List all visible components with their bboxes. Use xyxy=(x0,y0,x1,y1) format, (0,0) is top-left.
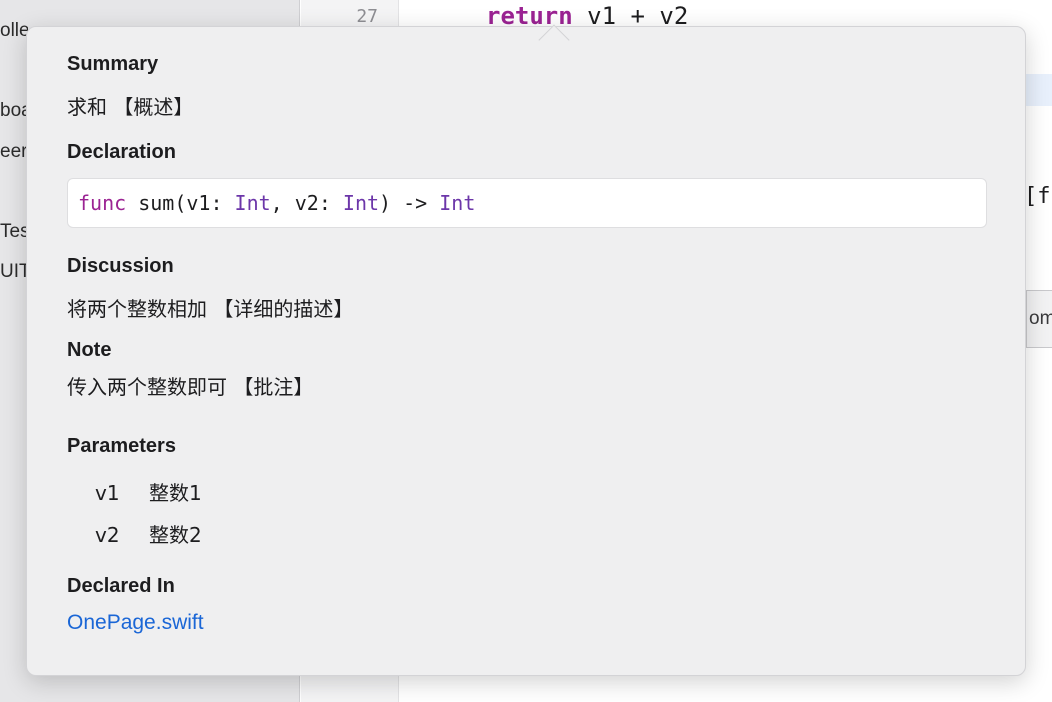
sidebar-file-item[interactable]: olle xyxy=(0,20,28,42)
declared-in-heading: Declared In xyxy=(67,575,175,597)
parameter-description: 整数1 xyxy=(149,481,202,505)
decl-type: Int xyxy=(439,191,476,215)
discussion-text: 将两个整数相加 【详细的描述】 xyxy=(67,297,354,321)
code-fragment: [fi xyxy=(1024,184,1052,209)
summary-text: 求和 【概述】 xyxy=(67,95,194,119)
parameter-row: v2 整数2 xyxy=(95,519,202,548)
summary-heading: Summary xyxy=(67,53,159,75)
parameter-name: v2 xyxy=(95,523,120,547)
decl-text: , v2: xyxy=(270,191,343,215)
decl-type: Int xyxy=(234,191,271,215)
parameters-heading: Parameters xyxy=(67,435,176,457)
declaration-heading: Declaration xyxy=(67,141,176,163)
parameter-name: v1 xyxy=(95,481,120,505)
discussion-heading: Discussion xyxy=(67,255,174,277)
parameter-description: 整数2 xyxy=(149,523,202,547)
sidebar-file-item[interactable]: boa xyxy=(0,100,28,122)
decl-text: sum(v1: xyxy=(126,191,235,215)
note-text: 传入两个整数即可 【批注】 xyxy=(67,375,314,399)
editor-button[interactable]: om xyxy=(1026,290,1052,348)
sidebar-file-item[interactable]: UIT xyxy=(0,261,28,283)
quick-help-popover: Summary 求和 【概述】 Declaration func sum(v1:… xyxy=(26,24,1026,676)
parameter-row: v1 整数1 xyxy=(95,477,202,506)
line-number: 27 xyxy=(356,6,378,27)
declared-in-file-link[interactable]: OnePage.swift xyxy=(67,611,204,635)
sidebar-file-item[interactable]: eer xyxy=(0,141,28,163)
note-heading: Note xyxy=(67,339,112,361)
decl-text: ) -> xyxy=(379,191,440,215)
declaration-code: func sum(v1: Int, v2: Int) -> Int xyxy=(67,178,987,228)
popover-arrow xyxy=(538,24,570,56)
decl-type: Int xyxy=(342,191,380,215)
sidebar-file-item[interactable]: Tes xyxy=(0,221,28,243)
decl-keyword: func xyxy=(78,191,127,215)
current-line-highlight xyxy=(1026,74,1052,106)
